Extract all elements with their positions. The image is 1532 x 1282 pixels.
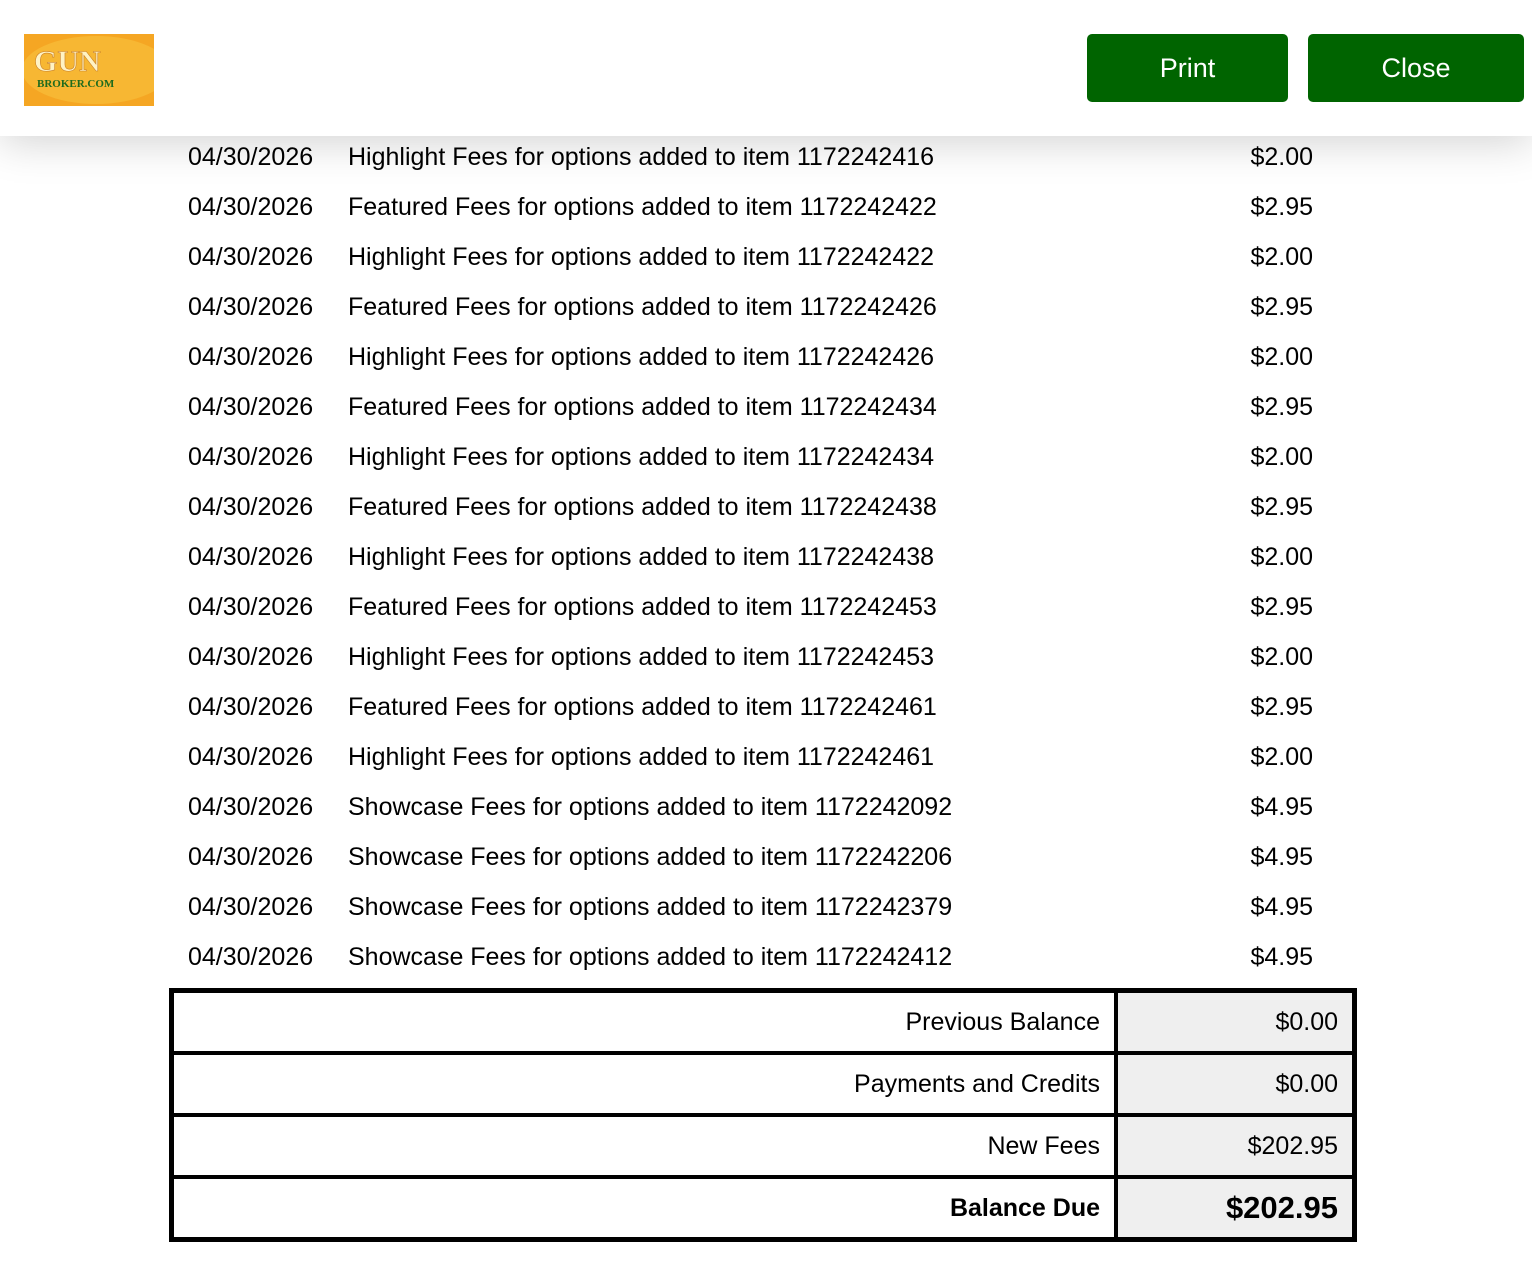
fee-date: 04/30/2026 xyxy=(188,793,314,821)
fee-date: 04/30/2026 xyxy=(188,293,314,321)
fee-description: Showcase Fees for options added to item … xyxy=(348,893,953,921)
fee-date: 04/30/2026 xyxy=(188,243,314,271)
fee-description: Highlight Fees for options added to item… xyxy=(348,543,935,571)
fee-description: Highlight Fees for options added to item… xyxy=(348,743,935,771)
previous-balance-row: Previous Balance $0.00 xyxy=(169,988,1357,1055)
fee-amount: $2.00 xyxy=(1250,543,1313,571)
fee-description: Featured Fees for options added to item … xyxy=(348,693,937,721)
fee-row: 04/30/2026 Highlight Fees for options add… xyxy=(0,133,1532,183)
balance-due-row: Balance Due $202.95 xyxy=(169,1175,1357,1242)
fee-amount: $2.95 xyxy=(1250,493,1313,521)
fee-row: 04/30/2026 Highlight Fees for options add… xyxy=(0,333,1532,383)
fee-description: Featured Fees for options added to item … xyxy=(348,393,937,421)
balance-summary-table: Previous Balance $0.00 Payments and Cred… xyxy=(169,988,1357,1242)
fee-amount: $2.00 xyxy=(1250,143,1313,171)
fee-date: 04/30/2026 xyxy=(188,593,314,621)
fee-date: 04/30/2026 xyxy=(188,693,314,721)
fee-date: 04/30/2026 xyxy=(188,343,314,371)
fee-row: 04/30/2026 Highlight Fees for options add… xyxy=(0,733,1532,783)
logo-text-top: GUN xyxy=(34,45,101,78)
close-button[interactable]: Close xyxy=(1308,34,1524,102)
fee-date: 04/30/2026 xyxy=(188,493,314,521)
fee-amount: $2.95 xyxy=(1250,193,1313,221)
fee-row: 04/30/2026 Featured Fees for options adde… xyxy=(0,483,1532,533)
fee-date: 04/30/2026 xyxy=(188,393,314,421)
fee-description: Featured Fees for options added to item … xyxy=(348,293,937,321)
fee-description: Highlight Fees for options added to item… xyxy=(348,643,935,671)
fee-row: 04/30/2026 Featured Fees for options adde… xyxy=(0,383,1532,433)
fee-date: 04/30/2026 xyxy=(188,143,314,171)
fee-date: 04/30/2026 xyxy=(188,893,314,921)
fee-amount: $2.00 xyxy=(1250,443,1313,471)
fee-description: Highlight Fees for options added to item… xyxy=(348,443,935,471)
payments-label: Payments and Credits xyxy=(169,1051,1118,1117)
previous-balance-label: Previous Balance xyxy=(169,988,1118,1055)
fee-row: 04/30/2026 Showcase Fees for options adde… xyxy=(0,783,1532,833)
fee-date: 04/30/2026 xyxy=(188,943,314,971)
fee-row: 04/30/2026 Highlight Fees for options add… xyxy=(0,233,1532,283)
fee-amount: $2.00 xyxy=(1250,343,1313,371)
logo-text-bottom: BROKER.COM xyxy=(37,78,115,90)
payments-row: Payments and Credits $0.00 xyxy=(169,1051,1357,1117)
balance-due-label: Balance Due xyxy=(169,1175,1118,1242)
fee-amount: $2.00 xyxy=(1250,243,1313,271)
fee-amount: $2.95 xyxy=(1250,293,1313,321)
fee-description: Highlight Fees for options added to item… xyxy=(348,343,935,371)
fee-description: Showcase Fees for options added to item … xyxy=(348,843,953,871)
previous-balance-value: $0.00 xyxy=(1114,988,1357,1055)
page-header: GUN BROKER.COM Print Close xyxy=(0,0,1532,136)
fee-row: 04/30/2026 Featured Fees for options adde… xyxy=(0,183,1532,233)
fee-amount: $2.95 xyxy=(1250,693,1313,721)
fee-row: 04/30/2026 Showcase Fees for options adde… xyxy=(0,933,1532,983)
fee-amount: $2.00 xyxy=(1250,743,1313,771)
fee-date: 04/30/2026 xyxy=(188,743,314,771)
fee-row: 04/30/2026 Highlight Fees for options add… xyxy=(0,433,1532,483)
fee-description: Featured Fees for options added to item … xyxy=(348,193,937,221)
fee-amount: $4.95 xyxy=(1250,793,1313,821)
gunbroker-logo[interactable]: GUN BROKER.COM xyxy=(24,34,154,106)
fee-date: 04/30/2026 xyxy=(188,193,314,221)
fee-amount: $4.95 xyxy=(1250,893,1313,921)
fee-row: 04/30/2026 Highlight Fees for options add… xyxy=(0,633,1532,683)
fee-date: 04/30/2026 xyxy=(188,543,314,571)
balance-due-value: $202.95 xyxy=(1114,1175,1357,1242)
fee-date: 04/30/2026 xyxy=(188,643,314,671)
fee-row: 04/30/2026 Featured Fees for options adde… xyxy=(0,283,1532,333)
fee-row: 04/30/2026 Featured Fees for options adde… xyxy=(0,683,1532,733)
fee-amount: $4.95 xyxy=(1250,943,1313,971)
fee-row: 04/30/2026 Featured Fees for options adde… xyxy=(0,583,1532,633)
fee-description: Featured Fees for options added to item … xyxy=(348,493,937,521)
new-fees-label: New Fees xyxy=(169,1113,1118,1179)
fee-amount: $4.95 xyxy=(1250,843,1313,871)
fee-date: 04/30/2026 xyxy=(188,843,314,871)
fee-amount: $2.95 xyxy=(1250,593,1313,621)
payments-value: $0.00 xyxy=(1114,1051,1357,1117)
fee-description: Showcase Fees for options added to item … xyxy=(348,943,953,971)
fee-row: 04/30/2026 Highlight Fees for options add… xyxy=(0,533,1532,583)
fee-description: Featured Fees for options added to item … xyxy=(348,593,937,621)
print-button[interactable]: Print xyxy=(1087,34,1288,102)
fee-row: 04/30/2026 Showcase Fees for options adde… xyxy=(0,833,1532,883)
fee-amount: $2.95 xyxy=(1250,393,1313,421)
fee-amount: $2.00 xyxy=(1250,643,1313,671)
new-fees-value: $202.95 xyxy=(1114,1113,1357,1179)
new-fees-row: New Fees $202.95 xyxy=(169,1113,1357,1179)
fee-date: 04/30/2026 xyxy=(188,443,314,471)
fee-description: Highlight Fees for options added to item… xyxy=(348,143,935,171)
fee-description: Highlight Fees for options added to item… xyxy=(348,243,935,271)
fee-row: 04/30/2026 Showcase Fees for options adde… xyxy=(0,883,1532,933)
fee-description: Showcase Fees for options added to item … xyxy=(348,793,953,821)
fee-list: 04/30/2026 Highlight Fees for options add… xyxy=(0,133,1532,983)
